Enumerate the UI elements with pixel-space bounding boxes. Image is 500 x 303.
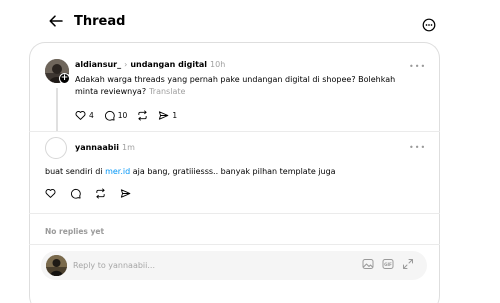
reply-username[interactable]: yannaabii bbox=[75, 143, 119, 152]
divider bbox=[29, 244, 440, 245]
divider bbox=[29, 131, 440, 132]
reply-like-button[interactable] bbox=[45, 188, 56, 199]
repost-button[interactable] bbox=[137, 110, 148, 121]
share-button[interactable]: 1 bbox=[158, 110, 177, 121]
follow-plus-icon[interactable]: + bbox=[59, 73, 70, 84]
reply-more-icon[interactable]: ••• bbox=[409, 143, 426, 152]
more-circle-icon[interactable] bbox=[422, 18, 436, 32]
post-username[interactable]: aldiansur_ bbox=[75, 60, 121, 69]
reply-comment-button[interactable] bbox=[70, 188, 81, 199]
reply-actions bbox=[45, 188, 145, 199]
reply-meta: yannaabii 1m bbox=[75, 143, 135, 152]
reply-avatar[interactable] bbox=[45, 137, 67, 159]
post-more-icon[interactable]: ••• bbox=[409, 62, 426, 71]
post-tag[interactable]: undangan digital bbox=[130, 60, 207, 69]
comment-icon bbox=[104, 110, 115, 121]
reply-link[interactable]: mer.id bbox=[105, 167, 130, 176]
reply-time: 1m bbox=[122, 143, 135, 152]
heart-icon bbox=[75, 110, 86, 121]
repost-icon bbox=[95, 188, 106, 199]
reply-text-after: aja bang, gratiiiesss.. banyak pilhan te… bbox=[130, 167, 336, 176]
reply-text: buat sendiri di mer.id aja bang, gratiii… bbox=[45, 167, 336, 176]
expand-icon[interactable] bbox=[402, 258, 414, 270]
reply-input[interactable] bbox=[73, 258, 343, 272]
comment-button[interactable]: 10 bbox=[104, 110, 128, 121]
reply-text-before: buat sendiri di bbox=[45, 167, 106, 176]
back-arrow-icon[interactable] bbox=[47, 12, 65, 30]
post-actions: 4 10 1 bbox=[75, 110, 187, 121]
composer-tools: GIF bbox=[362, 258, 422, 270]
post-body: Adakah warga threads yang pernah pake un… bbox=[75, 75, 396, 96]
thread-line bbox=[56, 88, 58, 132]
send-icon bbox=[120, 188, 131, 199]
send-icon bbox=[158, 110, 169, 121]
like-button[interactable]: 4 bbox=[75, 110, 94, 121]
reply-share-button[interactable] bbox=[120, 188, 131, 199]
reply-repost-button[interactable] bbox=[95, 188, 106, 199]
heart-icon bbox=[45, 188, 56, 199]
post-text: Adakah warga threads yang pernah pake un… bbox=[75, 74, 420, 98]
svg-text:GIF: GIF bbox=[384, 262, 392, 267]
no-replies-label: No replies yet bbox=[45, 227, 105, 236]
image-icon[interactable] bbox=[362, 258, 374, 270]
translate-link[interactable]: Translate bbox=[149, 87, 185, 96]
page-title: Thread bbox=[74, 14, 126, 29]
like-count: 4 bbox=[89, 111, 94, 120]
share-count: 1 bbox=[172, 111, 178, 120]
gif-icon[interactable]: GIF bbox=[382, 258, 394, 270]
divider bbox=[29, 213, 440, 214]
comment-icon bbox=[70, 188, 81, 199]
post-meta: aldiansur_ › undangan digital 10h bbox=[75, 60, 225, 69]
composer-avatar bbox=[46, 255, 67, 276]
comment-count: 10 bbox=[117, 111, 128, 120]
post-time: 10h bbox=[210, 60, 226, 69]
repost-icon bbox=[137, 110, 148, 121]
chevron-right-icon: › bbox=[124, 60, 128, 69]
